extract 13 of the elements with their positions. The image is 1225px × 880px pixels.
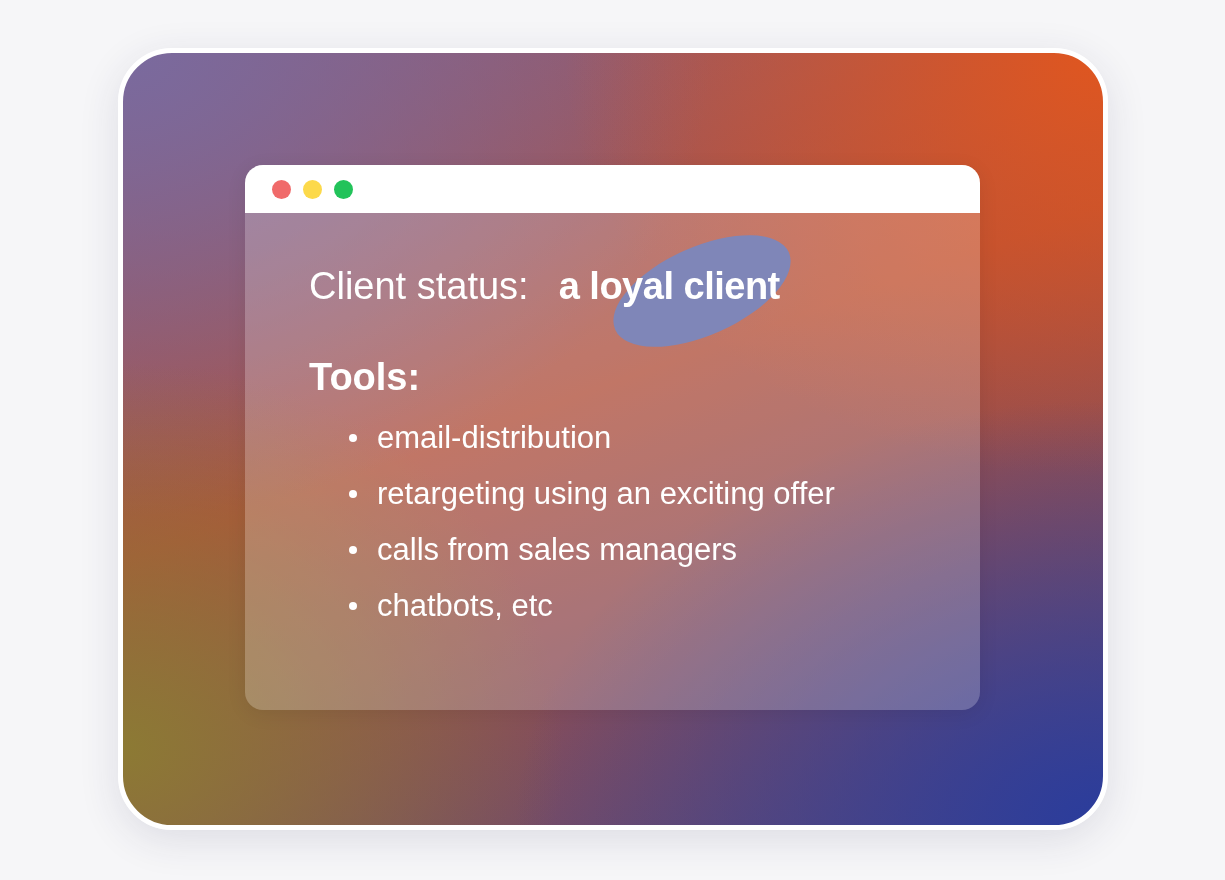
tool-item: calls from sales managers [377, 531, 738, 568]
maximize-icon[interactable] [334, 179, 353, 199]
tool-item: chatbots, etc [377, 587, 553, 624]
minimize-icon[interactable] [303, 179, 322, 199]
status-label: Client status: [309, 265, 529, 308]
bullet-icon [349, 601, 357, 610]
tool-item: retargeting using an exciting offer [377, 475, 835, 512]
bullet-icon [349, 489, 357, 498]
tools-heading: Tools: [309, 356, 422, 399]
tool-item: email-distribution [377, 419, 612, 456]
bullet-icon [349, 433, 357, 442]
close-icon[interactable] [272, 179, 291, 199]
bullet-icon [349, 545, 357, 554]
